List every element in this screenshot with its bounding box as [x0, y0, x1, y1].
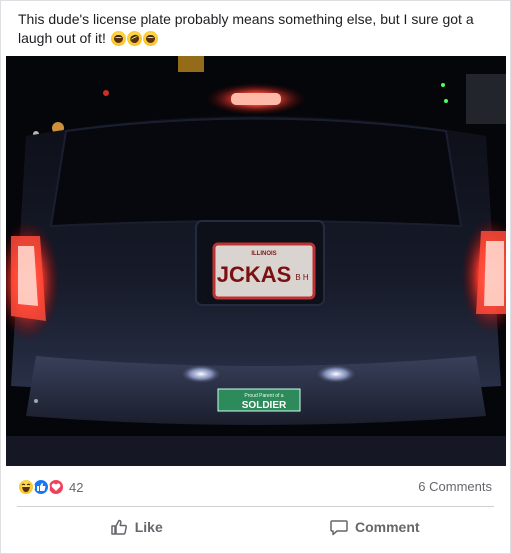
plate-state: ILLINOIS [251, 251, 276, 257]
plate-text: JCKAS [217, 262, 292, 287]
post-photo[interactable]: ILLINOIS JCKAS B H Proud Parent of a SOL… [6, 56, 506, 466]
reaction-count: 42 [69, 479, 84, 495]
frame-text: SOLDIER [242, 400, 287, 411]
post-caption: This dude's license plate probably means… [18, 10, 498, 49]
post-card: This dude's license plate probably means… [0, 0, 511, 554]
plate-side: B H [295, 273, 309, 282]
thumbs-up-icon [110, 519, 127, 535]
like-button[interactable]: Like [17, 509, 256, 545]
like-label: Like [134, 519, 163, 535]
laughing-emoji-icon [110, 31, 126, 46]
comment-label: Comment [354, 519, 420, 535]
actions-divider [17, 506, 494, 507]
haha-reaction-icon [17, 478, 35, 496]
laughing-emoji-icon [142, 31, 158, 46]
comment-bubble-icon [330, 520, 348, 536]
post-actions: Like Comment [17, 509, 494, 545]
frame-subtext: Proud Parent of a [244, 393, 283, 399]
reaction-summary[interactable]: 42 [17, 478, 83, 496]
car-rear-photo: ILLINOIS JCKAS B H Proud Parent of a SOL… [6, 56, 506, 466]
caption-emojis [110, 28, 158, 49]
comments-count-link[interactable]: 6 Comments [418, 479, 492, 494]
rolling-laughing-emoji-icon [124, 28, 145, 49]
caption-text: This dude's license plate probably means… [18, 11, 474, 46]
comment-button[interactable]: Comment [256, 509, 495, 545]
